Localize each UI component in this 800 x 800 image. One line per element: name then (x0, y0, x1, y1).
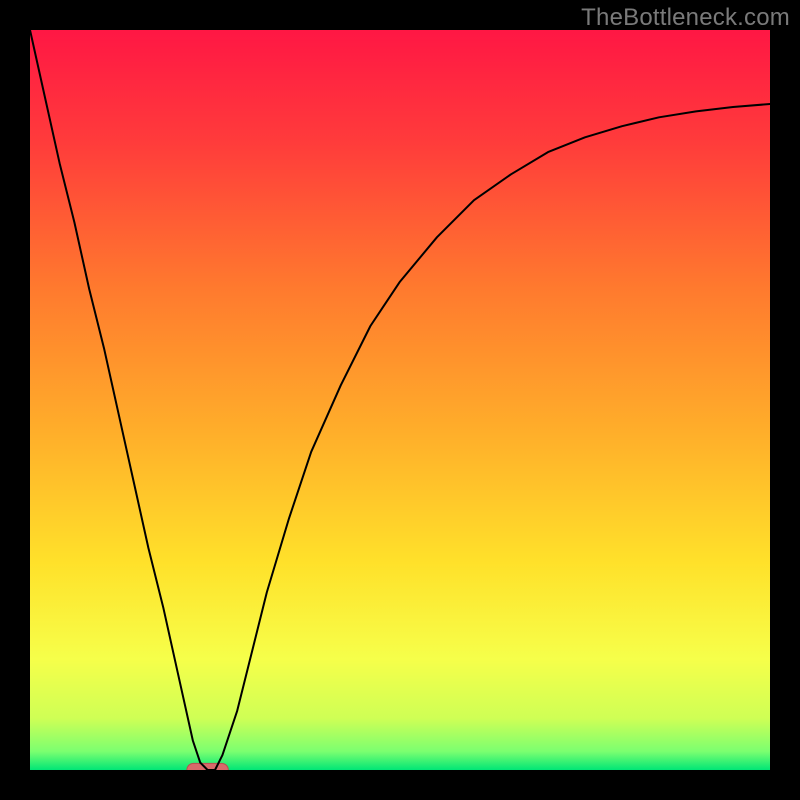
watermark: TheBottleneck.com (581, 4, 790, 32)
chart-svg (30, 30, 770, 770)
gradient-background (30, 30, 770, 770)
plot-area (30, 30, 770, 770)
chart-frame: TheBottleneck.com (0, 0, 800, 800)
